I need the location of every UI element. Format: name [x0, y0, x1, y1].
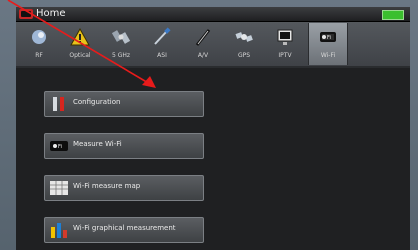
app-logo-icon: [19, 9, 33, 19]
warning-triangle-icon: [70, 27, 90, 46]
satellite-dish-icon: [32, 30, 46, 44]
gps-satellite-icon: [235, 32, 253, 42]
wrench-icon: [53, 97, 64, 111]
measure-wifi-button[interactable]: Fi Measure Wi-Fi: [44, 133, 204, 159]
av-cable-icon: [195, 29, 211, 46]
svg-text:Fi: Fi: [58, 144, 62, 150]
tab-wifi[interactable]: Fi Wi-Fi: [308, 23, 348, 65]
title-bar: Home: [16, 7, 410, 22]
wifi-measure-map-button[interactable]: Wi-Fi measure map: [44, 175, 204, 201]
main-content: Configuration Fi Measure Wi-Fi Wi-Fi mea…: [16, 68, 410, 250]
tab-gps[interactable]: GPS: [225, 23, 263, 65]
bar-chart-icon: [51, 223, 67, 238]
wifi-icon: Fi: [320, 32, 336, 42]
tab-av[interactable]: A/V: [184, 23, 222, 65]
tab-optical[interactable]: Optical: [61, 23, 99, 65]
tab-rf[interactable]: RF: [20, 23, 58, 65]
tab-iptv[interactable]: IPTV: [266, 23, 304, 65]
window-title: Home: [36, 8, 66, 19]
satellite-icon: [111, 30, 131, 44]
configuration-button[interactable]: Configuration: [44, 91, 204, 117]
wifi-graphical-measurement-button[interactable]: Wi-Fi graphical measurement: [44, 217, 204, 243]
svg-text:Fi: Fi: [327, 35, 331, 41]
tab-bar: RF Optical 5 GHz ASI A/V GPS IPTV Fi Wi-…: [16, 22, 410, 68]
wifi-icon: Fi: [50, 141, 68, 151]
tab-5ghz[interactable]: 5 GHz: [102, 23, 140, 65]
tab-asi[interactable]: ASI: [143, 23, 181, 65]
cable-plug-icon: [154, 27, 171, 45]
battery-icon: [382, 10, 404, 20]
device-screen: Home RF Optical 5 GHz ASI A/V GPS IPTV F…: [16, 7, 410, 250]
device-frame: Home RF Optical 5 GHz ASI A/V GPS IPTV F…: [0, 0, 418, 250]
table-map-icon: [50, 181, 68, 195]
monitor-icon: [277, 29, 293, 45]
